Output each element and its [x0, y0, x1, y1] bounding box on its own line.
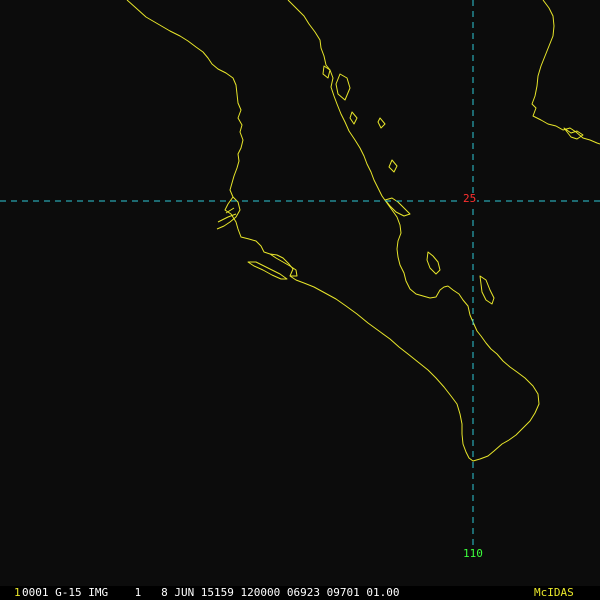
satellite-image-frame: 25 110 1 0001 G-15 IMG 1 8 JUN 15159 120… [0, 0, 600, 600]
image-info: 0001 G-15 IMG 1 8 JUN 15159 120000 06923… [22, 586, 400, 599]
coastline-baja-pacific [126, 0, 540, 462]
island-gulf-small-2 [377, 117, 386, 129]
latitude-label: 25 [462, 192, 478, 205]
map-canvas [0, 0, 600, 550]
longitude-label: 110 [462, 547, 484, 560]
coastline-mainland-mexico [531, 0, 600, 145]
island-espiritu-santo [426, 251, 441, 275]
software-label: McIDAS [534, 586, 574, 599]
island-gulf-small-4 [335, 73, 351, 101]
status-bar: 1 0001 G-15 IMG 1 8 JUN 15159 120000 069… [0, 586, 600, 600]
frame-number: 1 [14, 586, 21, 599]
island-gulf-small-1 [388, 159, 398, 173]
coastline-magdalena-island [247, 261, 288, 280]
island-cerralvo [479, 275, 495, 305]
coastline-bay-inlet [269, 253, 298, 277]
island-gulf-small-5 [322, 65, 331, 79]
coastline-mainland-lagoon [563, 127, 584, 140]
island-gulf-small-3 [349, 111, 358, 125]
coastline-baja-gulf [287, 0, 449, 299]
